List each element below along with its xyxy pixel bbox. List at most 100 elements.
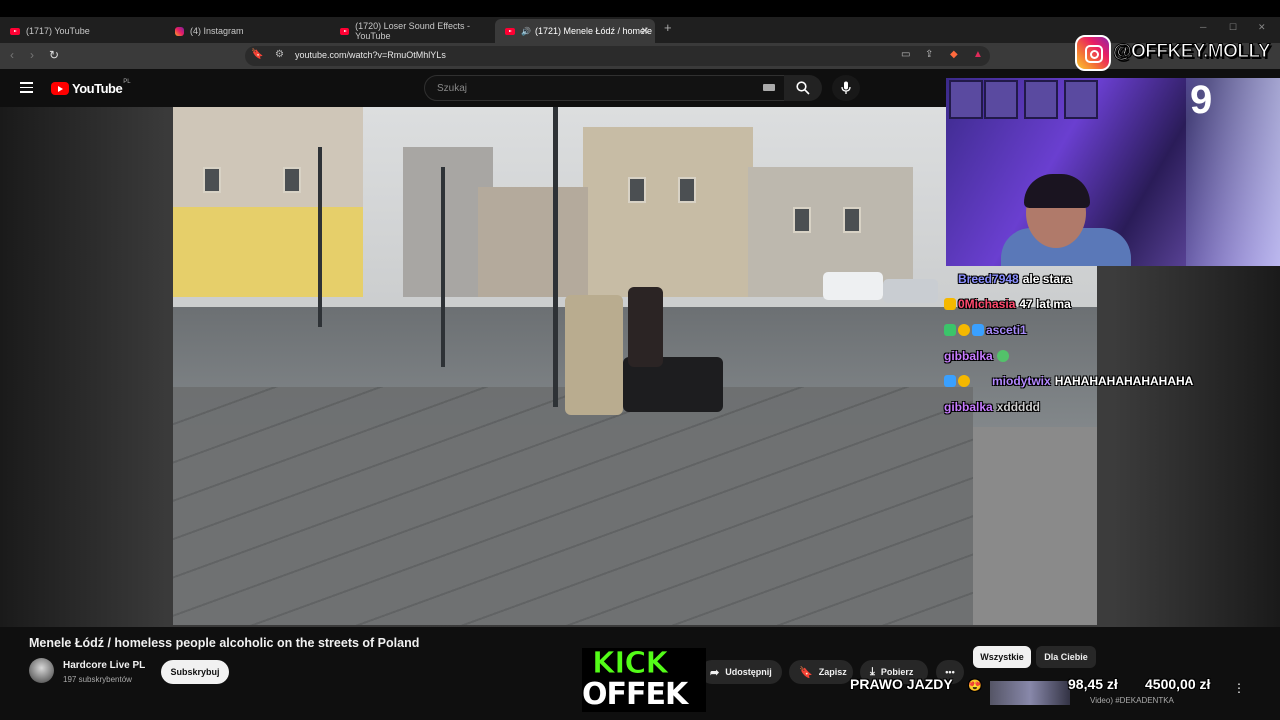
forward-icon[interactable]: › <box>30 48 34 62</box>
maximize-icon[interactable]: ☐ <box>1229 22 1237 33</box>
kick-logo: KICK OFFEK <box>582 646 706 712</box>
chat-overlay: Breed7948 ale stara 0Michasia 47 lat ma … <box>944 266 1280 420</box>
streamer-hair <box>1024 174 1090 208</box>
youtube-logo[interactable]: YouTube PL <box>51 78 131 96</box>
video-frame-pole <box>318 147 322 327</box>
speaker-icon: 🔊 <box>521 26 531 36</box>
crown-icon <box>944 298 956 311</box>
tab-instagram[interactable]: (4) Instagram <box>165 19 330 43</box>
voice-search-button[interactable] <box>832 75 860 101</box>
youtube-favicon-icon <box>10 27 20 35</box>
new-tab-button[interactable]: + <box>664 20 672 35</box>
chat-username: asceti1 <box>986 322 1027 337</box>
tab-label: (1717) YouTube <box>26 26 90 36</box>
instagram-icon <box>1075 35 1111 71</box>
video-frame-window <box>203 167 221 193</box>
video-frame-car <box>883 279 938 303</box>
channel-avatar[interactable] <box>29 658 54 683</box>
video-frame-window <box>793 207 811 233</box>
chat-text: ale stara <box>1022 271 1072 286</box>
webcam-overlay <box>946 78 1280 266</box>
chat-text: 47 lat ma <box>1019 297 1071 312</box>
url-text: youtube.com/watch?v=RmuOtMhlYLs <box>295 50 446 60</box>
chip-for-you[interactable]: Dla Ciebie <box>1036 646 1096 668</box>
video-frame-building <box>478 187 588 297</box>
chat-text: xddddd <box>996 399 1041 414</box>
search-input[interactable] <box>435 82 739 95</box>
tab-loser-sound-effects[interactable]: (1720) Loser Sound Effects - YouTube <box>330 19 495 43</box>
kick-logo-line1: KICK <box>592 646 670 681</box>
brave-shield-icon[interactable]: ◆ <box>950 49 958 60</box>
site-info-icon[interactable]: ⚙ <box>275 49 284 60</box>
goal-emoji-icon: 😍 <box>968 680 982 692</box>
chat-message: Breed7948 ale stara <box>944 266 1280 292</box>
chat-username: miodytwix <box>992 374 1051 389</box>
emote-icon <box>996 349 1009 362</box>
tab-label: (1721) Menele Łódź / homele <box>534 26 653 36</box>
video-frame-van <box>823 272 883 300</box>
kebab-menu-icon[interactable]: ⋮ <box>1233 681 1245 695</box>
video-frame-person <box>628 287 663 367</box>
country-code: PL <box>123 78 131 85</box>
video-frame-window <box>628 177 646 203</box>
chip-all[interactable]: Wszystkie <box>973 646 1031 668</box>
subscribe-button[interactable]: Subskrybuj <box>161 660 229 684</box>
share-page-icon[interactable]: ⇪ <box>925 49 933 60</box>
search-icon <box>796 81 810 95</box>
chat-username: gibbalka <box>944 399 993 414</box>
reload-icon[interactable]: ↻ <box>49 48 59 62</box>
video-title: Menele Łódź / homeless people alcoholic … <box>29 636 420 650</box>
channel-name[interactable]: Hardcore Live PL <box>63 660 145 671</box>
omnibox[interactable]: 🔖 ⚙ youtube.com/watch?v=RmuOtMhlYLs ▭ ⇪ … <box>245 46 990 66</box>
video-frame-window <box>678 177 696 203</box>
back-icon[interactable]: ‹ <box>10 48 14 62</box>
share-button[interactable]: ➦ Udostępnij <box>700 660 782 684</box>
logo-text: YouTube <box>72 81 123 96</box>
chat-message: gibbalka xddddd <box>944 394 1280 420</box>
video-frame-shop <box>173 207 363 297</box>
save-button[interactable]: 🔖 Zapisz <box>789 660 853 684</box>
brave-rewards-icon[interactable]: ▲ <box>973 49 983 60</box>
chat-username: 0Michasia <box>958 297 1016 312</box>
youtube-favicon-icon <box>505 27 515 35</box>
share-icon: ➦ <box>710 666 720 679</box>
recommended-thumbnail[interactable] <box>990 681 1070 705</box>
recommended-title[interactable]: Video) #DEKADENTKA <box>1090 696 1174 705</box>
poster-frame <box>949 80 983 119</box>
instagram-badge: @OFFKEY.MOLLY <box>1073 33 1280 76</box>
cast-icon[interactable]: ▭ <box>901 49 910 60</box>
chat-message: miodytwix HAHAHAHAHAHAHAHA <box>944 368 1280 394</box>
bookmark-icon[interactable]: 🔖 <box>251 49 263 60</box>
tab-menele-lodz[interactable]: 🔊 (1721) Menele Łódź / homele ✕ <box>495 19 655 43</box>
chat-username: Breed7948 <box>958 271 1019 286</box>
save-label: Zapisz <box>818 667 847 677</box>
badge-icon <box>944 323 956 336</box>
keyboard-icon[interactable] <box>763 84 775 91</box>
microphone-icon <box>841 81 851 94</box>
video-frame-person <box>565 295 623 415</box>
search-button[interactable] <box>784 75 822 101</box>
minimize-icon[interactable]: ─ <box>1200 22 1206 32</box>
badge-icon <box>972 323 984 336</box>
kick-logo-line2: OFFEK <box>582 677 688 712</box>
close-window-icon[interactable]: ✕ <box>1258 22 1266 33</box>
badge-icon <box>944 375 956 388</box>
video-frame-pole <box>553 107 558 407</box>
youtube-play-icon <box>51 82 69 95</box>
video-frame-window <box>843 207 861 233</box>
subscriber-count: 197 subskrybentów <box>63 675 132 684</box>
search-box <box>424 75 786 101</box>
badge-icon <box>958 323 970 336</box>
goal-target-amount: 4500,00 zł <box>1145 676 1211 692</box>
tab-youtube-home[interactable]: (1717) YouTube <box>0 19 165 43</box>
close-tab-icon[interactable]: ✕ <box>641 26 649 37</box>
poster-frame <box>1064 80 1098 119</box>
instagram-handle: @OFFKEY.MOLLY <box>1112 41 1271 63</box>
tab-label: (1720) Loser Sound Effects - YouTube <box>355 21 471 41</box>
youtube-favicon-icon <box>340 27 350 35</box>
poster-frame <box>1024 80 1058 119</box>
chat-username: gibbalka <box>944 348 993 363</box>
video-frame-window <box>283 167 301 193</box>
badge-icon <box>958 375 970 388</box>
menu-icon[interactable] <box>20 82 33 93</box>
